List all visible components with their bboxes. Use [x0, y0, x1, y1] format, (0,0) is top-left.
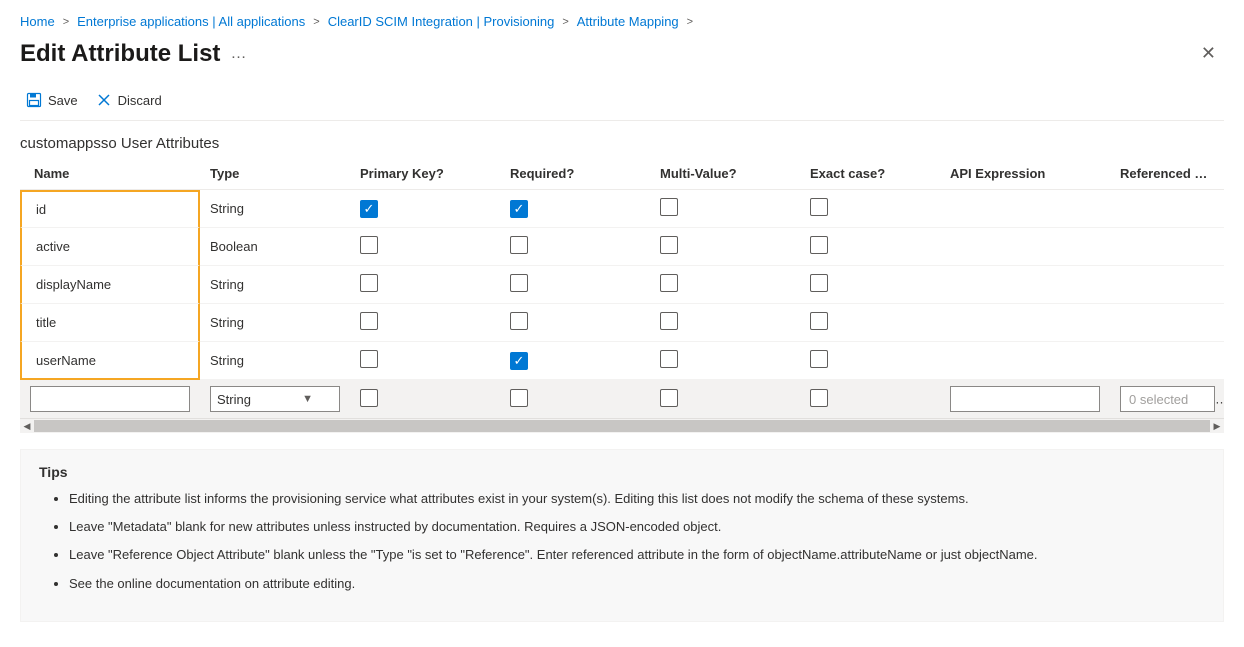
- breadcrumb: Home > Enterprise applications | All app…: [20, 10, 1224, 39]
- ref-object-cell: [1110, 266, 1224, 304]
- table-row[interactable]: active Boolean: [20, 228, 1224, 266]
- attr-name: title: [20, 304, 200, 342]
- chevron-right-icon: >: [562, 16, 568, 28]
- api-expression-cell: [940, 304, 1110, 342]
- breadcrumb-link-attribute-mapping[interactable]: Attribute Mapping: [577, 14, 679, 29]
- new-ref-object-select[interactable]: 0 selected: [1120, 386, 1215, 412]
- primary-key-checkbox[interactable]: [360, 274, 378, 292]
- col-referenced-object[interactable]: Referenced Obje: [1110, 158, 1224, 190]
- exact-case-checkbox[interactable]: [810, 350, 828, 368]
- breadcrumb-link-home[interactable]: Home: [20, 14, 55, 29]
- primary-key-checkbox[interactable]: [360, 312, 378, 330]
- ref-object-cell: [1110, 190, 1224, 228]
- attr-type: String: [200, 342, 350, 380]
- attr-type: String: [200, 190, 350, 228]
- col-primary-key[interactable]: Primary Key?: [350, 158, 500, 190]
- col-multi-value[interactable]: Multi-Value?: [650, 158, 800, 190]
- new-api-expression-input[interactable]: [950, 386, 1100, 412]
- ref-object-cell: [1110, 304, 1224, 342]
- multi-value-checkbox[interactable]: [660, 236, 678, 254]
- tip-item: See the online documentation on attribut…: [69, 575, 1205, 593]
- attr-type: String: [200, 304, 350, 342]
- multi-value-checkbox[interactable]: [660, 274, 678, 292]
- attr-name: userName: [20, 342, 200, 380]
- title-row: Edit Attribute List … ✕: [20, 39, 1224, 84]
- api-expression-cell: [940, 266, 1110, 304]
- save-icon: [26, 92, 42, 108]
- multi-value-checkbox[interactable]: [660, 350, 678, 368]
- required-checkbox[interactable]: [510, 352, 528, 370]
- api-expression-cell: [940, 190, 1110, 228]
- table-row[interactable]: title String: [20, 304, 1224, 342]
- discard-label: Discard: [118, 93, 162, 108]
- save-label: Save: [48, 93, 78, 108]
- new-multi-value-checkbox[interactable]: [660, 389, 678, 407]
- tip-item: Leave "Metadata" blank for new attribute…: [69, 518, 1205, 536]
- col-name[interactable]: Name: [20, 158, 200, 190]
- exact-case-checkbox[interactable]: [810, 198, 828, 216]
- exact-case-checkbox[interactable]: [810, 312, 828, 330]
- discard-button[interactable]: Discard: [96, 92, 162, 108]
- chevron-right-icon: >: [63, 16, 69, 28]
- page-title: Edit Attribute List: [20, 40, 220, 68]
- new-type-value: String: [217, 392, 251, 407]
- col-exact-case[interactable]: Exact case?: [800, 158, 940, 190]
- scroll-left-arrow-icon[interactable]: ◀: [20, 419, 34, 433]
- chevron-right-icon: >: [687, 16, 693, 28]
- tip-item: Editing the attribute list informs the p…: [69, 490, 1205, 508]
- discard-icon: [96, 92, 112, 108]
- breadcrumb-link-clearid[interactable]: ClearID SCIM Integration | Provisioning: [328, 14, 555, 29]
- ref-object-cell: [1110, 228, 1224, 266]
- new-required-checkbox[interactable]: [510, 389, 528, 407]
- col-api-expression[interactable]: API Expression: [940, 158, 1110, 190]
- primary-key-checkbox[interactable]: [360, 200, 378, 218]
- exact-case-checkbox[interactable]: [810, 274, 828, 292]
- attr-name: active: [20, 228, 200, 266]
- col-required[interactable]: Required?: [500, 158, 650, 190]
- tips-title: Tips: [39, 464, 1205, 480]
- new-primary-key-checkbox[interactable]: [360, 389, 378, 407]
- attr-type: String: [200, 266, 350, 304]
- toolbar: Save Discard: [20, 84, 1224, 121]
- tips-panel: Tips Editing the attribute list informs …: [20, 449, 1224, 622]
- api-expression-cell: [940, 228, 1110, 266]
- required-checkbox[interactable]: [510, 236, 528, 254]
- attr-name: displayName: [20, 266, 200, 304]
- table-row[interactable]: displayName String: [20, 266, 1224, 304]
- attr-type: Boolean: [200, 228, 350, 266]
- primary-key-checkbox[interactable]: [360, 236, 378, 254]
- table-row[interactable]: id String: [20, 190, 1224, 228]
- col-type[interactable]: Type: [200, 158, 350, 190]
- scroll-track[interactable]: [34, 420, 1210, 432]
- required-checkbox[interactable]: [510, 274, 528, 292]
- ref-object-cell: [1110, 342, 1224, 380]
- breadcrumb-link-enterprise-apps[interactable]: Enterprise applications | All applicatio…: [77, 14, 305, 29]
- tip-item: Leave "Reference Object Attribute" blank…: [69, 546, 1205, 564]
- new-name-input[interactable]: [30, 386, 190, 412]
- section-title: customappsso User Attributes: [20, 121, 1224, 158]
- save-button[interactable]: Save: [26, 92, 78, 108]
- new-ref-placeholder: 0 selected: [1129, 392, 1188, 407]
- more-icon[interactable]: …: [230, 45, 248, 63]
- scroll-right-arrow-icon[interactable]: ▶: [1210, 419, 1224, 433]
- close-button[interactable]: ✕: [1193, 39, 1224, 68]
- chevron-right-icon: >: [313, 16, 319, 28]
- required-checkbox[interactable]: [510, 200, 528, 218]
- primary-key-checkbox[interactable]: [360, 350, 378, 368]
- multi-value-checkbox[interactable]: [660, 312, 678, 330]
- new-type-select[interactable]: String ▼: [210, 386, 340, 412]
- horizontal-scrollbar[interactable]: ◀ ▶: [20, 419, 1224, 433]
- required-checkbox[interactable]: [510, 312, 528, 330]
- exact-case-checkbox[interactable]: [810, 236, 828, 254]
- attr-name: id: [20, 190, 200, 228]
- grid-header: Name Type Primary Key? Required? Multi-V…: [20, 158, 1224, 190]
- api-expression-cell: [940, 342, 1110, 380]
- multi-value-checkbox[interactable]: [660, 198, 678, 216]
- table-row[interactable]: userName String: [20, 342, 1224, 380]
- new-attribute-row: String ▼ 0 selected: [20, 380, 1224, 419]
- new-exact-case-checkbox[interactable]: [810, 389, 828, 407]
- attribute-grid: Name Type Primary Key? Required? Multi-V…: [20, 158, 1224, 433]
- chevron-down-icon: ▼: [302, 393, 313, 405]
